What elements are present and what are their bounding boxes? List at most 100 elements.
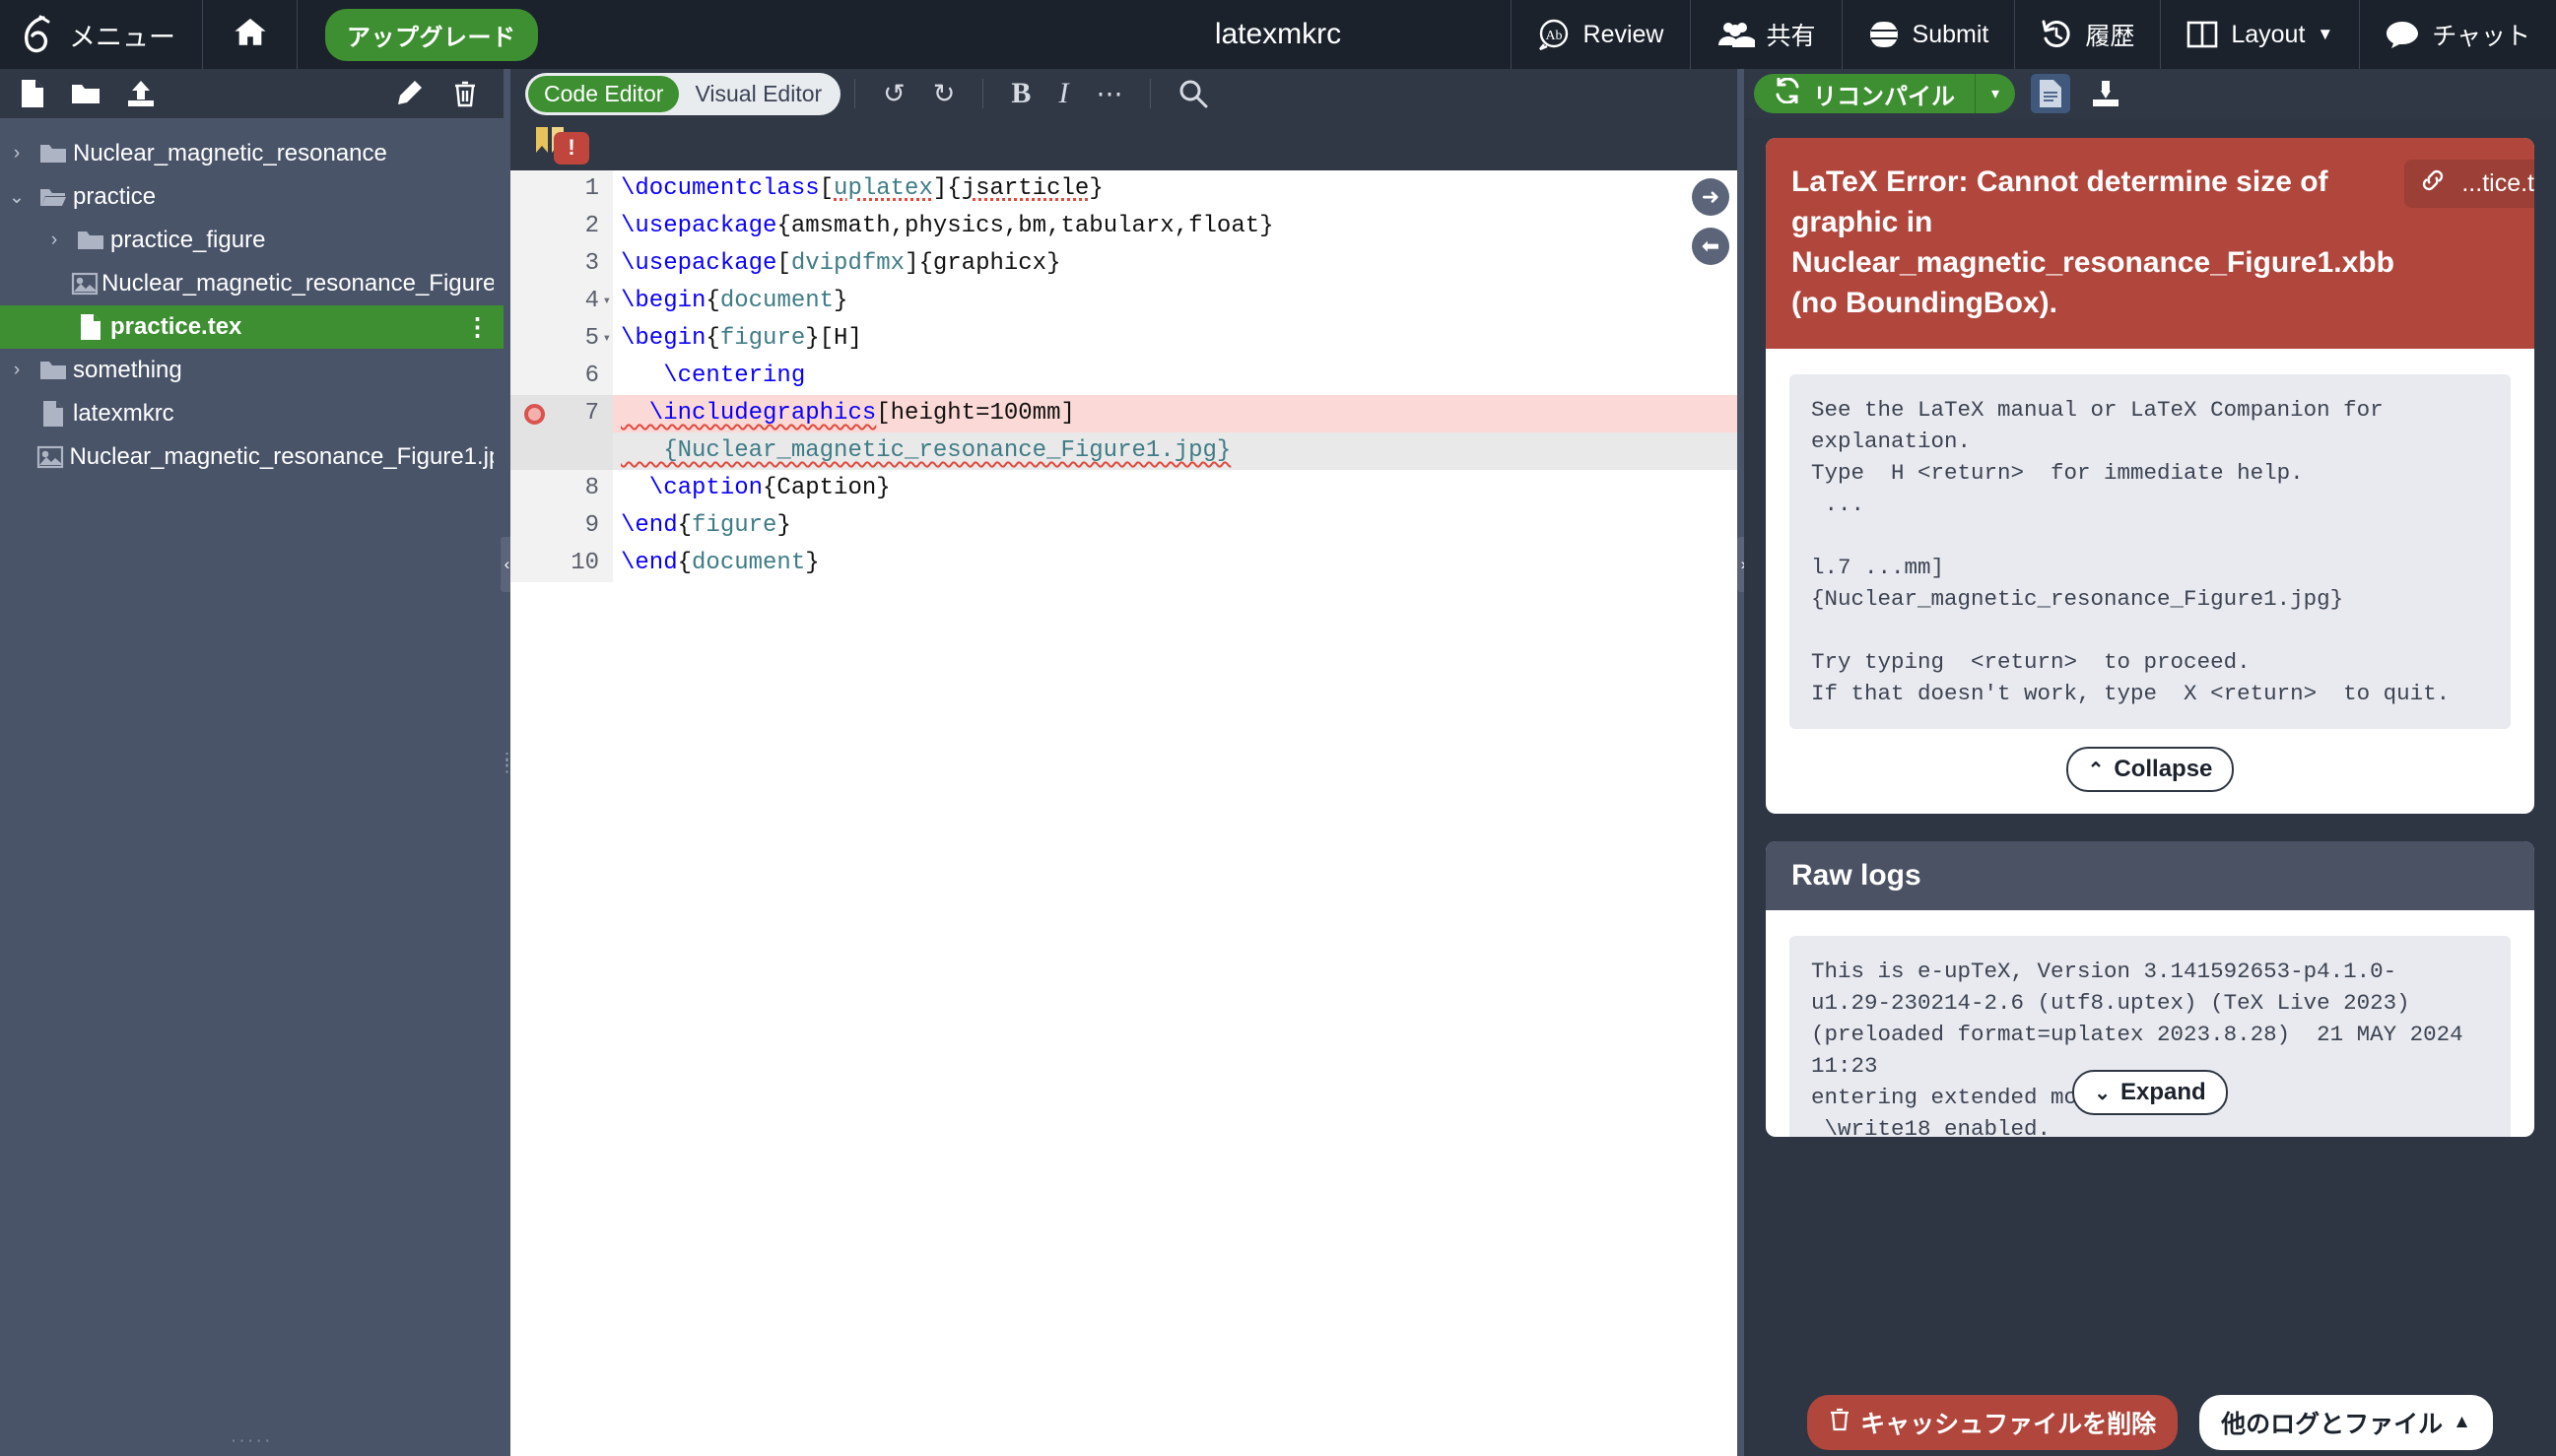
- file-tree-item-label: practice.tex: [110, 313, 241, 341]
- other-logs-button[interactable]: 他のログとファイル ▲: [2199, 1395, 2493, 1450]
- chevron-down-icon[interactable]: ⌄: [0, 186, 34, 209]
- compile-output-body: LaTeX Error: Cannot determine size of gr…: [1744, 118, 2556, 1456]
- error-count-badge[interactable]: !: [554, 132, 589, 165]
- clear-cache-button[interactable]: キャッシュファイルを削除: [1807, 1395, 2178, 1450]
- code-line-7-wrapped[interactable]: {Nuclear_magnetic_resonance_Figure1.jpg}: [510, 432, 1737, 470]
- history-button[interactable]: 履歴: [2014, 0, 2160, 69]
- share-button[interactable]: 共有: [1690, 0, 1842, 69]
- file-tree-item-label: something: [73, 357, 182, 384]
- file-tree-item-something-folder[interactable]: › something: [0, 349, 504, 392]
- file-icon: [71, 313, 110, 341]
- chevron-down-icon: ▼: [2317, 25, 2333, 44]
- left-splitter[interactable]: ⋮⋮: [504, 69, 510, 1456]
- chevron-right-icon[interactable]: ›: [0, 143, 34, 165]
- fold-toggle-icon[interactable]: ▾: [603, 320, 611, 358]
- file-tree-item-figure1-jpg-nested[interactable]: › Nuclear_magnetic_resonance_Figure1.jpg: [0, 262, 504, 305]
- file-tree-resize-handle[interactable]: ∙∙∙∙∙: [0, 1429, 504, 1452]
- clear-cache-label: キャッシュファイルを削除: [1860, 1405, 2156, 1440]
- fold-toggle-icon[interactable]: ▾: [603, 283, 611, 320]
- raw-logs-body: This is e-upTeX, Version 3.141592653-p4.…: [1766, 910, 2534, 1137]
- next-error-arrow-icon[interactable]: ➜: [1692, 178, 1729, 216]
- download-icon[interactable]: [2086, 74, 2125, 113]
- bold-icon[interactable]: B: [997, 77, 1044, 110]
- line-number: 7: [510, 395, 613, 432]
- line-number: 8: [510, 470, 613, 507]
- new-file-icon[interactable]: [20, 79, 45, 108]
- recompile-options-caret-icon[interactable]: ▾: [1976, 84, 2015, 103]
- undo-icon[interactable]: ↺: [869, 79, 919, 109]
- review-button[interactable]: Ab Review: [1511, 0, 1690, 69]
- code-line-1[interactable]: 1 \documentclass[uplatex]{jsarticle}: [510, 170, 1737, 208]
- file-tree-item-latexmkrc[interactable]: › latexmkrc: [0, 392, 504, 435]
- italic-icon[interactable]: I: [1044, 77, 1082, 110]
- error-breakpoint-icon[interactable]: [524, 404, 545, 425]
- file-options-kebab-icon[interactable]: ⋮: [465, 322, 494, 332]
- recompile-button[interactable]: リコンパイル ▾: [1754, 74, 2015, 113]
- search-icon[interactable]: [1165, 79, 1222, 108]
- expand-raw-logs-button[interactable]: ⌄ Expand: [2072, 1070, 2227, 1115]
- upgrade-button[interactable]: アップグレード: [298, 0, 538, 69]
- redo-icon[interactable]: ↻: [919, 79, 970, 109]
- tab-visual-editor[interactable]: Visual Editor: [679, 76, 838, 112]
- file-tree-item-practice-figure-folder[interactable]: › practice_figure: [0, 219, 504, 262]
- chevron-up-icon: ▲: [2453, 1412, 2471, 1433]
- more-options-icon[interactable]: ⋯: [1082, 79, 1136, 109]
- rename-pencil-icon[interactable]: [395, 80, 423, 107]
- line-number: 4▾: [510, 283, 613, 320]
- review-label: Review: [1583, 21, 1664, 49]
- file-tree-item-label: practice: [73, 183, 156, 211]
- code-line-9[interactable]: 9 \end{figure}: [510, 507, 1737, 545]
- chevron-right-icon[interactable]: ›: [0, 360, 34, 381]
- tab-code-editor[interactable]: Code Editor: [528, 76, 679, 112]
- compile-toolbar: リコンパイル ▾: [1744, 69, 2556, 118]
- file-tree-item-label: Nuclear_magnetic_resonance: [73, 140, 387, 167]
- chat-button[interactable]: チャット: [2359, 0, 2556, 69]
- overleaf-logo-icon: [22, 15, 55, 54]
- code-line-4[interactable]: 4▾ \begin{document}: [510, 283, 1737, 320]
- pdf-document-icon[interactable]: [2031, 74, 2070, 113]
- recompile-main[interactable]: リコンパイル: [1754, 77, 1975, 111]
- collapse-label: Collapse: [2114, 756, 2212, 783]
- file-tree-item-practice-folder[interactable]: ⌄ practice: [0, 175, 504, 219]
- line-number: 3: [510, 245, 613, 283]
- menu-button[interactable]: メニュー: [0, 0, 203, 69]
- code-line-text: \end{figure}: [613, 507, 791, 545]
- layout-button[interactable]: Layout ▼: [2160, 0, 2359, 69]
- chevron-up-icon: ⌃: [2088, 758, 2105, 782]
- home-button[interactable]: [203, 0, 298, 69]
- code-line-7[interactable]: 7 \includegraphics[height=100mm]: [510, 395, 1737, 432]
- image-icon: [67, 271, 101, 297]
- file-tree-item-figure1-jpg-root[interactable]: › Nuclear_magnetic_resonance_Figure1.jpg: [0, 435, 504, 479]
- collapse-error-button[interactable]: ⌃ Collapse: [2066, 747, 2235, 792]
- submit-button[interactable]: Submit: [1842, 0, 2015, 69]
- line-number: 2: [510, 208, 613, 245]
- code-line-8[interactable]: 8 \caption{Caption}: [510, 470, 1737, 507]
- raw-logs-card: Raw logs This is e-upTeX, Version 3.1415…: [1766, 841, 2534, 1137]
- file-tree-item-label: Nuclear_magnetic_resonance_Figure1.jpg: [101, 270, 494, 298]
- submit-label: Submit: [1913, 21, 1989, 49]
- code-line-6[interactable]: 6 \centering: [510, 358, 1737, 395]
- file-tree-toolbar: [0, 69, 504, 118]
- error-file-link[interactable]: ...tice.t: [2404, 160, 2534, 208]
- home-icon: [233, 16, 268, 54]
- folder-icon: [34, 142, 73, 165]
- code-editor-content[interactable]: ➜ ⬅ 1 \documentclass[uplatex]{jsarticle}…: [510, 170, 1737, 1456]
- delete-trash-icon[interactable]: [452, 80, 478, 107]
- new-folder-icon[interactable]: [71, 81, 101, 106]
- prev-error-arrow-icon[interactable]: ⬅: [1692, 228, 1729, 265]
- line-number: 5▾: [510, 320, 613, 358]
- right-splitter[interactable]: [1737, 69, 1744, 1456]
- code-line-5[interactable]: 5▾ \begin{figure}[H]: [510, 320, 1737, 358]
- file-tree-item-label: practice_figure: [110, 227, 265, 254]
- code-line-3[interactable]: 3 \usepackage[dvipdfmx]{graphicx}: [510, 245, 1737, 283]
- chevron-right-icon[interactable]: ›: [37, 230, 71, 251]
- file-tree-item-practice-tex[interactable]: › practice.tex ⋮: [0, 305, 504, 349]
- share-people-icon: [1715, 20, 1755, 49]
- code-line-10[interactable]: 10 \end{document}: [510, 545, 1737, 582]
- line-number: 10: [510, 545, 613, 582]
- compile-footer: キャッシュファイルを削除 他のログとファイル ▲: [1744, 1389, 2556, 1456]
- upload-icon[interactable]: [126, 80, 156, 107]
- top-bar: メニュー アップグレード latexmkrc Ab Review 共有 Subm…: [0, 0, 2556, 69]
- code-line-2[interactable]: 2 \usepackage{amsmath,physics,bm,tabular…: [510, 208, 1737, 245]
- file-tree-item-nuclear-magnetic-resonance-folder[interactable]: › Nuclear_magnetic_resonance: [0, 132, 504, 175]
